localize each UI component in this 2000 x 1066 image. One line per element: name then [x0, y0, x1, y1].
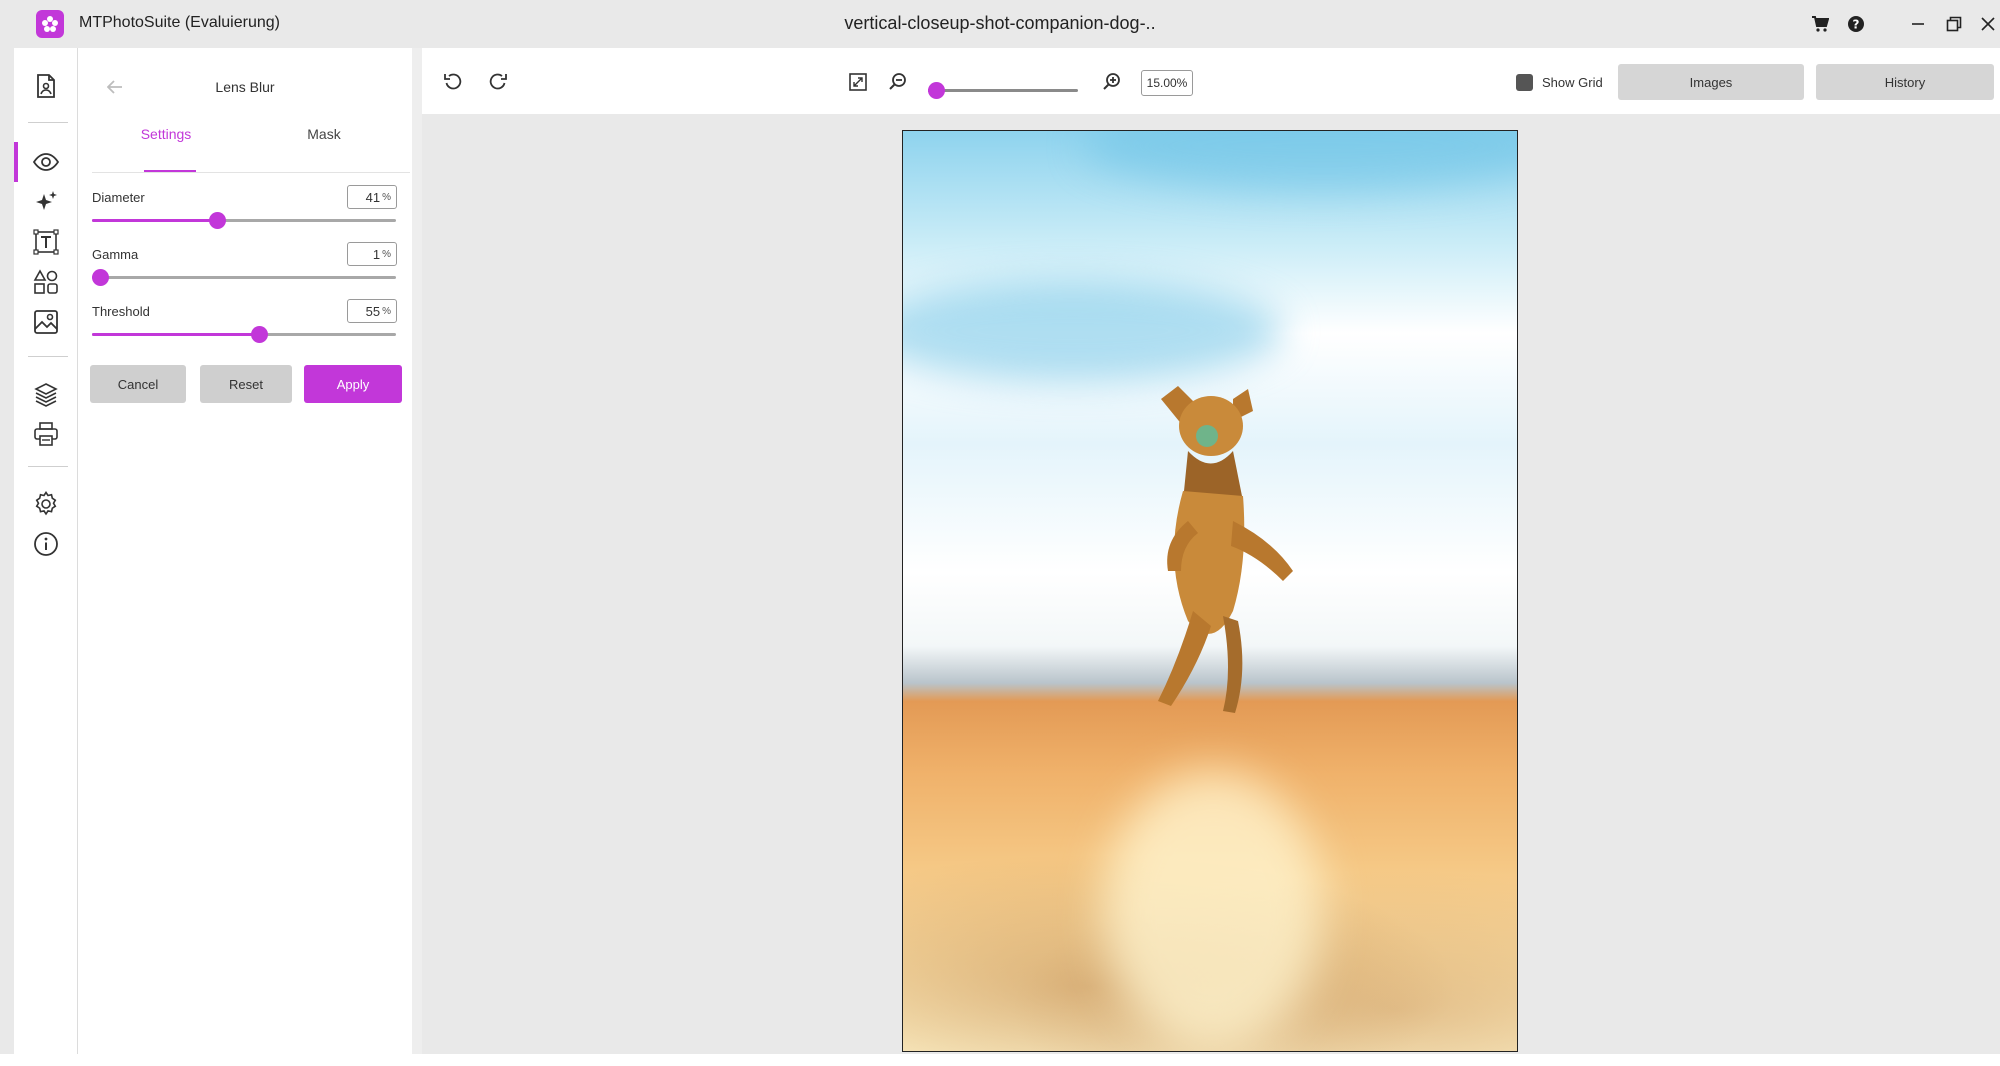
apply-button[interactable]: Apply	[304, 365, 402, 403]
app-title: MTPhotoSuite (Evaluierung)	[79, 14, 280, 31]
redo-icon[interactable]	[484, 68, 512, 96]
rail-separator	[28, 356, 68, 357]
undo-icon[interactable]	[439, 68, 467, 96]
photo-dust-cloud	[1103, 771, 1323, 1051]
canvas-toolbar: 15.00% Show Grid Images History	[422, 48, 2000, 114]
tab-settings[interactable]: Settings	[86, 126, 246, 142]
dog-on-beach-photo[interactable]	[902, 130, 1518, 1052]
file-title: vertical-closeup-shot-companion-dog-..	[844, 13, 1156, 33]
gamma-unit: %	[382, 248, 391, 260]
threshold-value-field[interactable]: 55%	[347, 299, 397, 323]
slider-fill	[92, 219, 217, 222]
cancel-button[interactable]: Cancel	[90, 365, 186, 403]
diameter-unit: %	[382, 191, 391, 203]
info-icon[interactable]	[30, 528, 62, 560]
close-icon[interactable]	[1974, 10, 2000, 38]
tool-rail	[14, 48, 78, 1066]
slider-thumb[interactable]	[208, 212, 226, 229]
rail-separator	[28, 466, 68, 467]
rail-active-indicator	[14, 142, 18, 182]
document-icon[interactable]	[30, 70, 62, 102]
gamma-slider[interactable]	[92, 269, 396, 286]
window-bottom-edge	[0, 1054, 2000, 1066]
history-button[interactable]: History	[1816, 64, 1994, 100]
slider-fill	[92, 333, 260, 336]
shapes-icon[interactable]	[30, 266, 62, 298]
zoom-slider-thumb[interactable]	[928, 82, 945, 99]
slider-thumb[interactable]	[251, 326, 269, 343]
sparkle-icon[interactable]	[30, 186, 62, 218]
title-bar: MTPhotoSuite (Evaluierung) vertical-clos…	[0, 0, 2000, 48]
panel-splitter[interactable]	[412, 48, 422, 1066]
app-logo-icon	[36, 10, 64, 38]
gamma-value: 1	[372, 246, 381, 262]
diameter-slider[interactable]	[92, 212, 396, 229]
slider-thumb[interactable]	[92, 269, 109, 286]
photo-cloud	[1083, 131, 1517, 191]
gamma-value-field[interactable]: 1%	[347, 242, 397, 266]
panel-title: Lens Blur	[215, 79, 275, 95]
text-icon[interactable]	[30, 226, 62, 258]
diameter-value-field[interactable]: 41%	[347, 185, 397, 209]
show-grid-checkbox[interactable]	[1516, 74, 1533, 91]
threshold-label: Threshold	[92, 304, 150, 319]
help-icon[interactable]: ?	[1842, 10, 1870, 38]
fit-screen-icon[interactable]	[844, 68, 872, 96]
printer-icon[interactable]	[30, 418, 62, 450]
zoom-level-field[interactable]: 15.00%	[1141, 70, 1193, 96]
minimize-icon[interactable]	[1904, 10, 1932, 38]
threshold-slider[interactable]	[92, 326, 396, 343]
diameter-label: Diameter	[92, 190, 145, 205]
zoom-in-icon[interactable]	[1098, 68, 1126, 96]
window-left-edge	[0, 48, 14, 1066]
zoom-out-icon[interactable]	[884, 68, 912, 96]
image-icon[interactable]	[30, 306, 62, 338]
rail-separator	[28, 122, 68, 123]
reset-button[interactable]: Reset	[200, 365, 292, 403]
show-grid-label[interactable]: Show Grid	[1542, 75, 1603, 90]
zoom-slider[interactable]	[928, 82, 1078, 99]
tab-divider	[92, 172, 410, 173]
svg-text:?: ?	[1853, 18, 1860, 32]
zoom-slider-track	[928, 89, 1078, 92]
image-canvas[interactable]	[422, 114, 2000, 1066]
slider-track	[92, 276, 396, 279]
cart-icon[interactable]	[1806, 10, 1834, 38]
layers-icon[interactable]	[30, 378, 62, 410]
restore-icon[interactable]	[1940, 10, 1968, 38]
threshold-unit: %	[382, 305, 391, 317]
images-button[interactable]: Images	[1618, 64, 1804, 100]
lens-blur-panel: Lens Blur Settings Mask Diameter 41% Gam…	[78, 48, 412, 1066]
tab-mask[interactable]: Mask	[244, 126, 404, 142]
photo-cloud	[903, 281, 1283, 381]
eye-icon[interactable]	[30, 146, 62, 178]
gear-icon[interactable]	[30, 488, 62, 520]
diameter-value: 41	[365, 189, 381, 205]
dog-figure	[1158, 386, 1293, 713]
gamma-label: Gamma	[92, 247, 139, 262]
threshold-value: 55	[365, 303, 381, 319]
